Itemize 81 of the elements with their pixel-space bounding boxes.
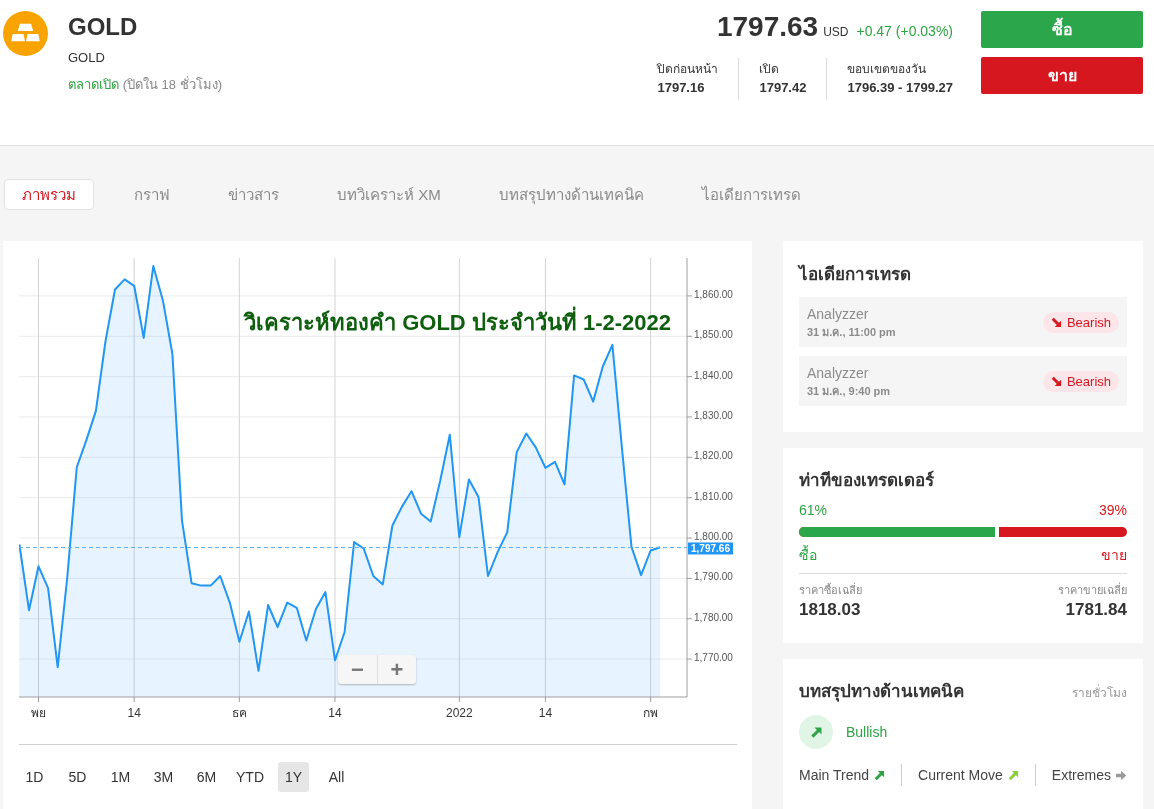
arrow-right-icon [1116,769,1127,781]
y-axis-label: 1,820.00 [694,450,733,462]
y-axis-label: 1,810.00 [694,490,733,502]
sell-button[interactable]: ขาย [981,57,1143,94]
stat-label: ขอบเขตของวัน [847,61,928,77]
avg-sell-price: 1781.84 [1064,599,1127,620]
arrow-up-right-icon [1007,769,1019,781]
stat-value: 1796.39 - 1799.27 [847,79,953,97]
card-title: บทสรุปทางด้านเทคนิค [799,681,964,704]
idea-time: 31 ม.ค., 11:00 pm [807,324,896,339]
buy-percent: 61% [799,501,828,519]
range-button[interactable]: 3M [148,762,179,792]
y-axis-label: 1,800.00 [694,531,733,542]
price-change: +0.47 (+0.03%) [856,23,953,39]
x-axis-label: ธค [231,706,247,720]
instrument-title: GOLD [68,12,139,42]
x-axis-label: พย [31,706,47,720]
range-button[interactable]: 5D [62,762,93,792]
arrow-up-right-icon [874,769,886,781]
instrument-subtitle: GOLD [68,49,106,67]
indicator-label: Main Trend [799,767,870,783]
zoom-out-button[interactable]: − [338,655,377,684]
sell-percent: 39% [1098,501,1127,519]
range-button[interactable]: All [321,762,352,792]
arrow-down-right-icon [1050,375,1062,387]
card-title: ไอเดียการเทรด [799,263,912,286]
y-axis-label: 1,780.00 [694,611,733,623]
arrow-down-right-icon [1050,316,1062,328]
avg-sell-label: ราคาขายเฉลี่ย [1058,583,1127,597]
tab[interactable]: กราฟ [116,179,188,210]
period-label: รายชั่วโมง [1072,683,1127,702]
indicator-label: Current Move [918,767,1003,783]
y-axis-label: 1,830.00 [694,410,733,421]
sell-label: ขาย [1101,546,1127,564]
y-axis-label: 1,840.00 [694,369,733,381]
range-button[interactable]: 1D [19,762,50,792]
stat-value: 1797.16 [657,79,706,97]
y-axis-label: 1,850.00 [694,329,733,341]
trade-idea-row[interactable]: Analyzzer 31 ม.ค., 9:40 pm Bearish [799,356,1127,406]
idea-author: Analyzzer [807,305,870,323]
x-axis-label: 2022 [446,706,473,720]
y-axis-label: 1,770.00 [694,652,733,664]
range-button[interactable]: 1Y [278,762,309,792]
tab[interactable]: ข่าวสาร [210,179,297,210]
tab[interactable]: ภาพรวม [4,179,94,210]
stat-value: 1797.42 [759,79,807,97]
x-axis-label: 14 [328,706,342,720]
buy-button[interactable]: ซื้อ [981,11,1143,48]
tab[interactable]: บทวิเคราะห์ XM [319,179,459,210]
chart-caption: วิเคราะห์ทองคำ GOLD ประจำวันที่ 1-2-2022 [244,308,671,338]
tab[interactable]: บทสรุปทางด้านเทคนิค [480,179,662,210]
sentiment-label: Bearish [1066,373,1111,389]
indicator-label: Extremes [1051,767,1111,783]
tab[interactable]: ไอเดียการเทรด [683,179,819,210]
avg-buy-price: 1818.03 [799,599,862,620]
idea-author: Analyzzer [807,364,870,382]
ingot-stack-icon [3,11,48,56]
card-title: ท่าทีของเทรดเดอร์ [799,469,935,492]
trade-idea-row[interactable]: Analyzzer 31 ม.ค., 11:00 pm Bearish [799,297,1127,347]
range-button[interactable]: 6M [191,762,222,792]
zoom-in-button[interactable]: + [377,655,416,684]
range-button[interactable]: 1M [105,762,136,792]
current-price-tag: 1,797.66 [688,542,733,555]
x-axis-label: 14 [127,706,141,720]
y-axis-label: 1,860.00 [694,288,733,300]
price: 1797.63 [716,11,819,43]
market-status: ตลาดเปิด [68,77,119,92]
buy-label: ซื้อ [799,546,817,564]
market-hours: (ปิดใน 18 ชั่วโมง) [122,77,222,92]
stat-label: ปิดก่อนหน้า [657,61,719,77]
idea-time: 31 ม.ค., 9:40 pm [807,383,891,398]
stat-label: เปิด [759,61,781,77]
x-axis-label: 14 [538,706,553,720]
avg-buy-label: ราคาซื้อเฉลี่ย [799,583,862,597]
sentiment-label: Bearish [1066,314,1111,330]
range-button[interactable]: YTD [234,762,266,792]
y-axis-label: 1,790.00 [694,571,733,583]
overall-signal: Bullish [846,724,888,740]
currency: USD [823,25,849,39]
arrow-up-right-icon [799,715,833,749]
x-axis-label: กพ [643,706,659,720]
